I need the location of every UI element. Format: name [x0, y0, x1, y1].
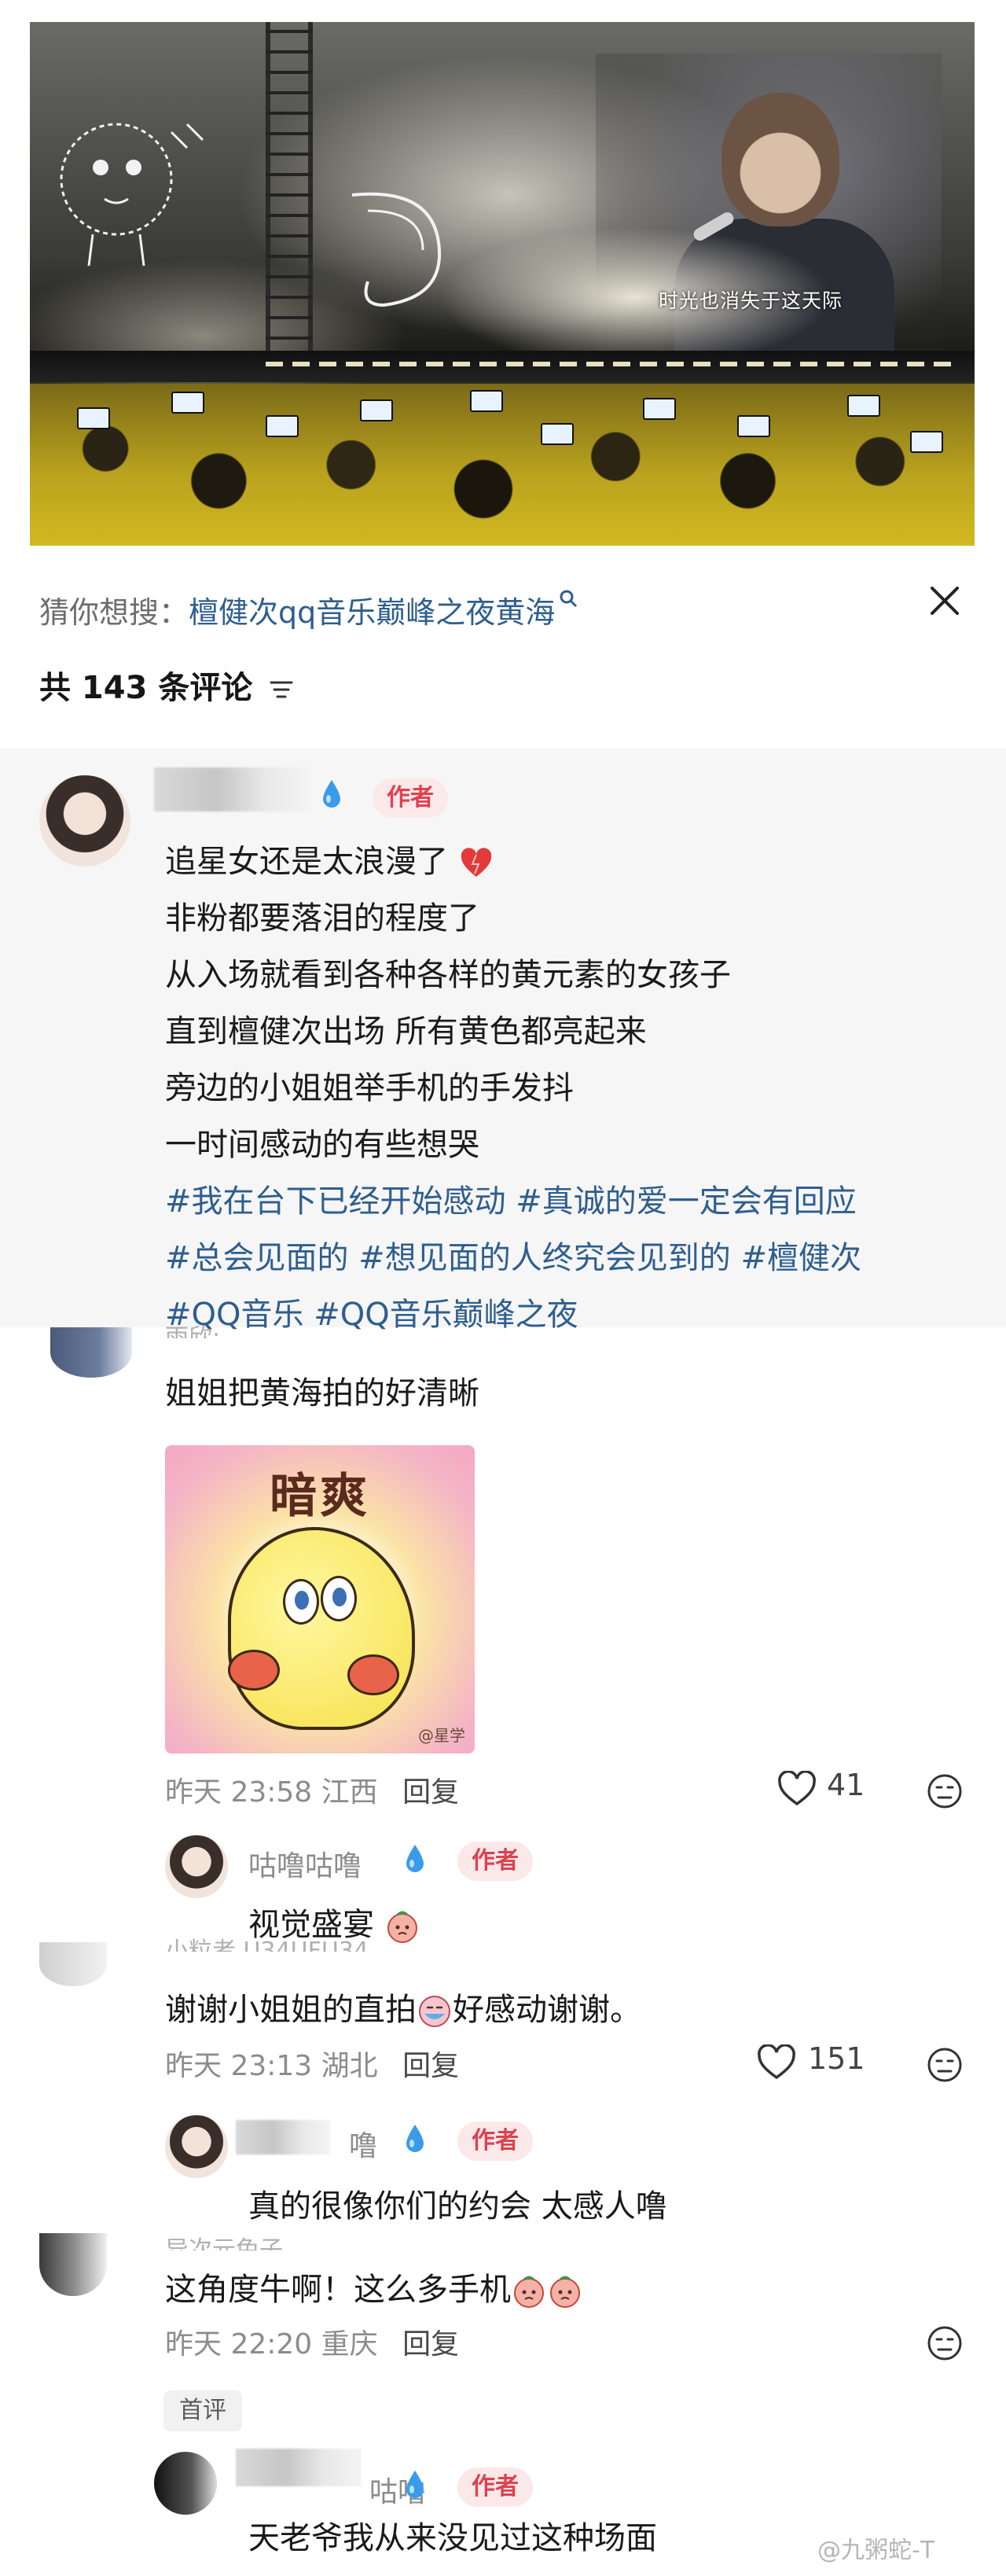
- watermark: @九粥蛇-T: [817, 2537, 935, 2564]
- hashtag-line: #QQ音乐 #QQ音乐巅峰之夜: [165, 1286, 578, 1343]
- water-drop-icon: [406, 1845, 424, 1872]
- like-count: 41: [827, 1768, 865, 1802]
- author-badge: 作者: [373, 778, 448, 818]
- comment-count-row[interactable]: 共 143 条评论: [39, 662, 295, 708]
- suggested-search-prefix: 猜你想搜：: [39, 595, 189, 630]
- furball-sketch: [60, 123, 204, 267]
- comment-meta: 昨天 22:20 重庆 回复: [165, 2321, 459, 2362]
- comment-text: 追星女还是太浪漫了: [165, 834, 494, 890]
- avatar[interactable]: [165, 2115, 228, 2178]
- hashtag[interactable]: #总会见面的: [165, 1240, 349, 1276]
- comment-text: 一时间感动的有些想哭: [165, 1127, 479, 1163]
- crowd: [30, 384, 975, 546]
- first-review-badge: 首评: [163, 2390, 242, 2431]
- suggested-search[interactable]: 猜你想搜：檀健次qq音乐巅峰之夜黄海: [39, 588, 578, 631]
- avatar[interactable]: [39, 2233, 107, 2296]
- username[interactable]: 噜: [349, 2123, 377, 2164]
- comment-text: 直到檀健次出场 所有黄色都亮起来: [165, 1014, 647, 1050]
- water-drop-icon: [323, 780, 340, 808]
- avatar[interactable]: [154, 2452, 217, 2515]
- red-heart-emoji: [461, 848, 491, 877]
- sticker-credit: @星学: [418, 1726, 465, 1745]
- search-icon: [560, 590, 578, 608]
- lighting-truss: [266, 22, 313, 360]
- comment-location: 江西: [321, 1776, 378, 1809]
- video-subtitle: 时光也消失于这天际: [659, 289, 843, 312]
- comment-time: 昨天 23:58: [165, 1776, 313, 1809]
- comment-location: 湖北: [321, 2050, 378, 2082]
- stage-lights: [266, 362, 957, 366]
- peach-emoji: [514, 2276, 544, 2308]
- dislike-face-icon[interactable]: [926, 2324, 964, 2362]
- reply-button[interactable]: 回复: [402, 2050, 459, 2082]
- author-badge: 作者: [457, 1842, 533, 1881]
- sticker-eye: [321, 1576, 357, 1621]
- sketch-doodle: [351, 192, 442, 307]
- blurred-username: [236, 2120, 330, 2155]
- video-player[interactable]: 时光也消失于这天际: [30, 22, 975, 546]
- like-count: 151: [808, 2041, 865, 2076]
- comment-time: 昨天 23:13: [165, 2050, 313, 2082]
- singer-head: [721, 93, 839, 226]
- hashtag[interactable]: #檀健次: [740, 1240, 861, 1276]
- author-badge: 作者: [457, 2122, 533, 2161]
- comment-text: 从入场就看到各种各样的黄元素的女孩子: [165, 957, 731, 993]
- water-drop-icon: [406, 2471, 424, 2498]
- avatar[interactable]: [39, 1942, 107, 1986]
- comment-text: 非粉都要落泪的程度了: [165, 900, 479, 937]
- sticker-image[interactable]: 暗爽 @星学: [165, 1445, 475, 1754]
- username[interactable]: 咕噜咕噜: [248, 1843, 362, 1884]
- sticker-eye: [283, 1579, 319, 1625]
- peach-emoji: [387, 1911, 417, 1943]
- sticker-peach: [228, 1650, 280, 1691]
- comment-text: 姐姐把黄海拍的好清晰: [165, 1375, 479, 1411]
- close-icon[interactable]: [926, 582, 964, 620]
- comment-meta: 昨天 23:13 湖北 回复: [165, 2043, 459, 2084]
- sticker-title: 暗爽: [270, 1469, 370, 1524]
- username[interactable]: 小粒者 U34UFU34: [165, 1931, 369, 1952]
- avatar[interactable]: [50, 1327, 132, 1378]
- dislike-face-icon[interactable]: [926, 1772, 964, 1810]
- hashtag[interactable]: #我在台下已经开始感动: [165, 1183, 506, 1220]
- comment-meta: 昨天 23:58 江西 回复: [165, 1769, 459, 1810]
- hashtag[interactable]: #真诚的爱一定会有回应: [516, 1183, 857, 1220]
- peach-emoji: [550, 2276, 580, 2308]
- blurred-username: [236, 2449, 362, 2486]
- comment-text: 这角度牛啊！这么多手机: [165, 2261, 583, 2318]
- author-badge: 作者: [457, 2467, 533, 2507]
- water-drop-icon: [406, 2125, 424, 2152]
- sticker-peach: [347, 1654, 399, 1695]
- comment-text: 旁边的小姐姐举手机的手发抖: [165, 1070, 574, 1106]
- avatar[interactable]: [165, 1835, 228, 1898]
- avatar[interactable]: [39, 775, 130, 867]
- dislike-face-icon[interactable]: [926, 2046, 964, 2084]
- heart-icon[interactable]: [756, 2044, 797, 2081]
- reply-text: 真的很像你们的约会 太感人噜: [248, 2188, 667, 2225]
- hashtag-line: #我在台下已经开始感动 #真诚的爱一定会有回应: [165, 1173, 857, 1230]
- comment-time: 昨天 22:20: [165, 2328, 313, 2361]
- stage-edge: [30, 351, 975, 382]
- heart-icon[interactable]: [777, 1771, 817, 1807]
- username[interactable]: 雨欣:: [165, 1318, 220, 1338]
- blurred-username: [154, 767, 311, 811]
- comment-count: 共 143 条评论: [39, 670, 253, 706]
- reply-button[interactable]: 回复: [402, 1776, 459, 1809]
- sticker-character: [228, 1527, 415, 1730]
- username[interactable]: 异次元兔子: [165, 2230, 283, 2250]
- reply-button[interactable]: 回复: [402, 2328, 459, 2361]
- comment-location: 重庆: [321, 2328, 378, 2361]
- sort-icon[interactable]: [268, 678, 295, 701]
- hashtag[interactable]: #QQ音乐巅峰之夜: [314, 1297, 578, 1333]
- hashtag-line: #总会见面的 #想见面的人终究会见到的 #檀健次: [165, 1230, 861, 1286]
- hashtag[interactable]: #想见面的人终究会见到的: [358, 1240, 731, 1276]
- reply-text: 天老爷我从来没见过这种场面: [248, 2520, 657, 2556]
- comment-text: 谢谢小姐姐的直拍 好感动谢谢。: [165, 1992, 641, 2028]
- suggested-search-keyword[interactable]: 檀健次qq音乐巅峰之夜黄海: [189, 595, 555, 630]
- crying-emoji: [419, 1996, 450, 2027]
